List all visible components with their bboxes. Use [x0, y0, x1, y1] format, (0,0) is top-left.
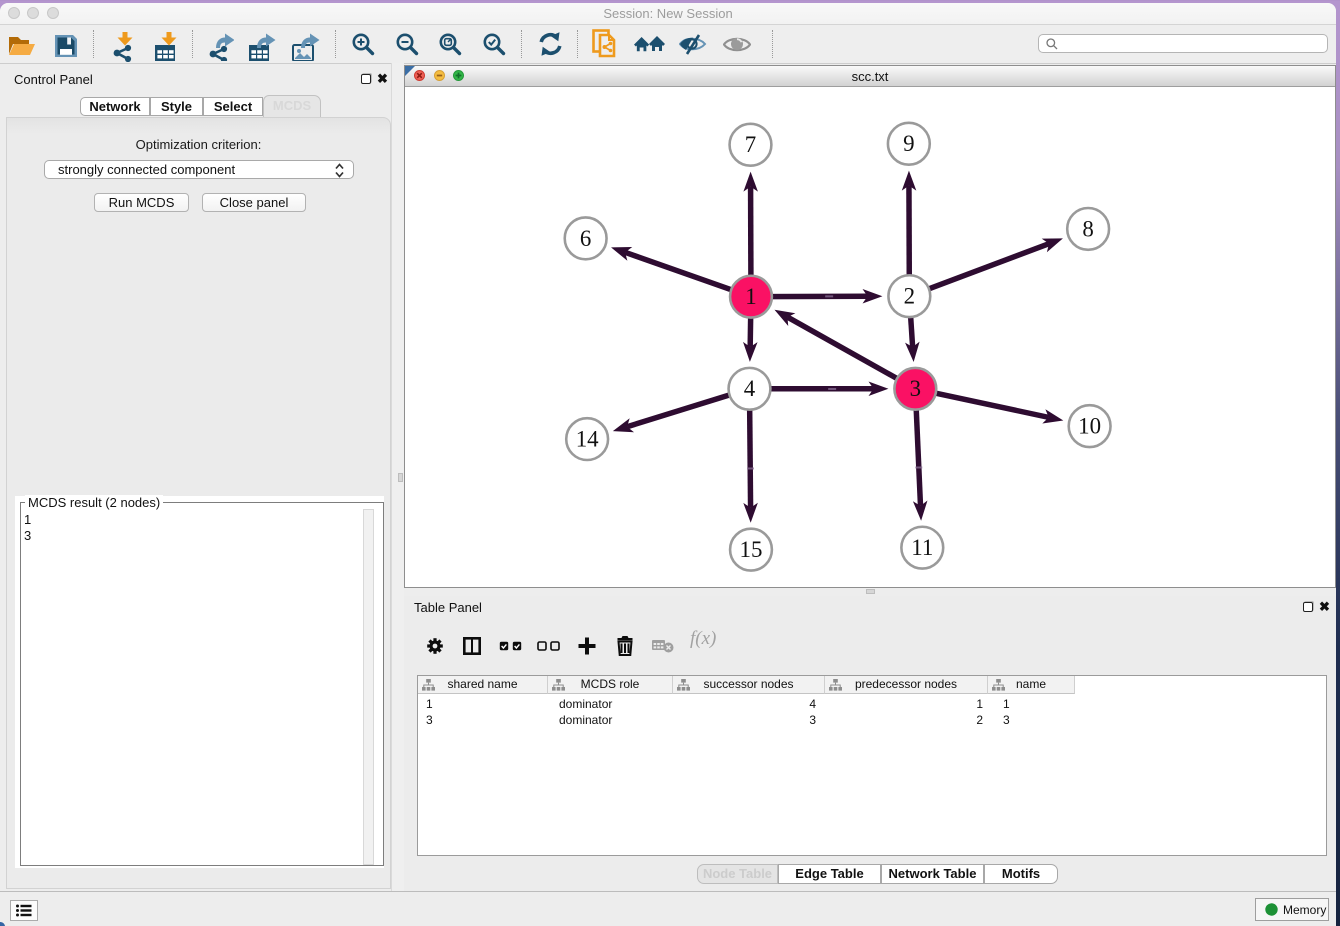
svg-text:6: 6	[580, 226, 591, 251]
svg-text:1: 1	[745, 284, 756, 309]
svg-text:4: 4	[744, 376, 756, 401]
svg-text:14: 14	[576, 427, 599, 452]
svg-text:15: 15	[740, 537, 763, 562]
svg-text:2: 2	[904, 284, 915, 309]
svg-text:11: 11	[911, 535, 933, 560]
svg-text:9: 9	[903, 131, 914, 156]
svg-text:7: 7	[745, 132, 756, 157]
svg-text:3: 3	[910, 376, 921, 401]
svg-text:10: 10	[1078, 414, 1101, 439]
svg-text:8: 8	[1082, 216, 1093, 241]
